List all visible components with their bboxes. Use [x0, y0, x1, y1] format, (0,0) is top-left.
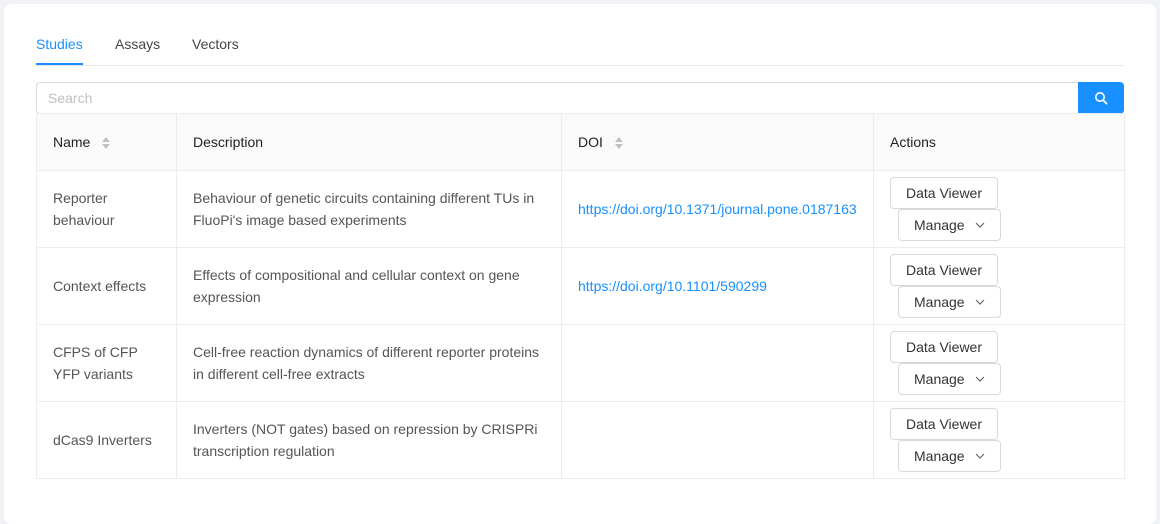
study-actions-cell: Data Viewer Manage — [873, 247, 1125, 325]
column-label-name: Name — [53, 134, 91, 150]
doi-link[interactable]: https://doi.org/10.1371/journal.pone.018… — [578, 201, 857, 217]
table-row: CFPS of CFP YFP variants Cell-free react… — [36, 324, 1125, 402]
tab-bar: Studies Assays Vectors — [36, 4, 1124, 66]
study-name: Context effects — [53, 278, 147, 294]
tab-assays[interactable]: Assays — [115, 36, 160, 52]
chevron-down-icon — [975, 299, 985, 305]
study-doi-cell — [561, 324, 874, 402]
study-description: Cell-free reaction dynamics of different… — [193, 344, 540, 382]
manage-dropdown-button[interactable]: Manage — [898, 286, 1001, 318]
tab-studies[interactable]: Studies — [36, 36, 83, 52]
data-viewer-button[interactable]: Data Viewer — [890, 177, 999, 209]
studies-card: Studies Assays Vectors Name — [4, 4, 1156, 524]
study-name: dCas9 Inverters — [53, 432, 152, 448]
study-doi-cell: https://doi.org/10.1371/journal.pone.018… — [561, 170, 874, 248]
search-input[interactable] — [36, 82, 1079, 114]
study-doi-cell: https://doi.org/10.1101/590299 — [561, 247, 874, 325]
table-row: Context effects Effects of compositional… — [36, 247, 1125, 325]
study-doi-cell — [561, 401, 874, 479]
study-name-cell: dCas9 Inverters — [36, 401, 177, 479]
data-viewer-button[interactable]: Data Viewer — [890, 331, 999, 363]
table-row: dCas9 Inverters Inverters (NOT gates) ba… — [36, 401, 1125, 479]
study-name: Reporter behaviour — [53, 190, 115, 228]
table-header-row: Name Description DOI Actions — [36, 113, 1125, 171]
column-header-description: Description — [176, 113, 562, 171]
study-description: Inverters (NOT gates) based on repressio… — [193, 421, 538, 459]
studies-table: Name Description DOI Actions Reporter be… — [36, 113, 1125, 479]
tab-vectors[interactable]: Vectors — [192, 36, 239, 52]
study-name-cell: Context effects — [36, 247, 177, 325]
study-description-cell: Cell-free reaction dynamics of different… — [176, 324, 562, 402]
sort-icon[interactable] — [614, 137, 623, 150]
column-label-doi: DOI — [578, 134, 603, 150]
study-description: Effects of compositional and cellular co… — [193, 267, 520, 305]
study-name-cell: CFPS of CFP YFP variants — [36, 324, 177, 402]
active-tab-indicator — [36, 63, 83, 65]
search-icon — [1094, 91, 1108, 105]
study-description-cell: Effects of compositional and cellular co… — [176, 247, 562, 325]
study-name-cell: Reporter behaviour — [36, 170, 177, 248]
manage-label: Manage — [914, 448, 965, 464]
data-viewer-button[interactable]: Data Viewer — [890, 408, 999, 440]
study-actions-cell: Data Viewer Manage — [873, 324, 1125, 402]
manage-label: Manage — [914, 371, 965, 387]
study-description-cell: Behaviour of genetic circuits containing… — [176, 170, 562, 248]
chevron-down-icon — [975, 376, 985, 382]
study-name: CFPS of CFP YFP variants — [53, 344, 138, 382]
chevron-down-icon — [975, 453, 985, 459]
data-viewer-button[interactable]: Data Viewer — [890, 254, 999, 286]
doi-link[interactable]: https://doi.org/10.1101/590299 — [578, 278, 767, 294]
column-label-description: Description — [193, 134, 264, 150]
column-label-actions: Actions — [890, 134, 936, 150]
manage-dropdown-button[interactable]: Manage — [898, 363, 1001, 395]
search-bar — [36, 82, 1124, 114]
column-header-actions: Actions — [873, 113, 1125, 171]
study-description: Behaviour of genetic circuits containing… — [193, 190, 535, 228]
manage-dropdown-button[interactable]: Manage — [898, 440, 1001, 472]
manage-label: Manage — [914, 217, 965, 233]
table-row: Reporter behaviour Behaviour of genetic … — [36, 170, 1125, 248]
column-header-name[interactable]: Name — [36, 113, 177, 171]
study-actions-cell: Data Viewer Manage — [873, 401, 1125, 479]
chevron-down-icon — [975, 222, 985, 228]
manage-dropdown-button[interactable]: Manage — [898, 209, 1001, 241]
manage-label: Manage — [914, 294, 965, 310]
sort-icon[interactable] — [102, 137, 111, 150]
search-button[interactable] — [1078, 82, 1124, 114]
study-description-cell: Inverters (NOT gates) based on repressio… — [176, 401, 562, 479]
column-header-doi[interactable]: DOI — [561, 113, 874, 171]
study-actions-cell: Data Viewer Manage — [873, 170, 1125, 248]
